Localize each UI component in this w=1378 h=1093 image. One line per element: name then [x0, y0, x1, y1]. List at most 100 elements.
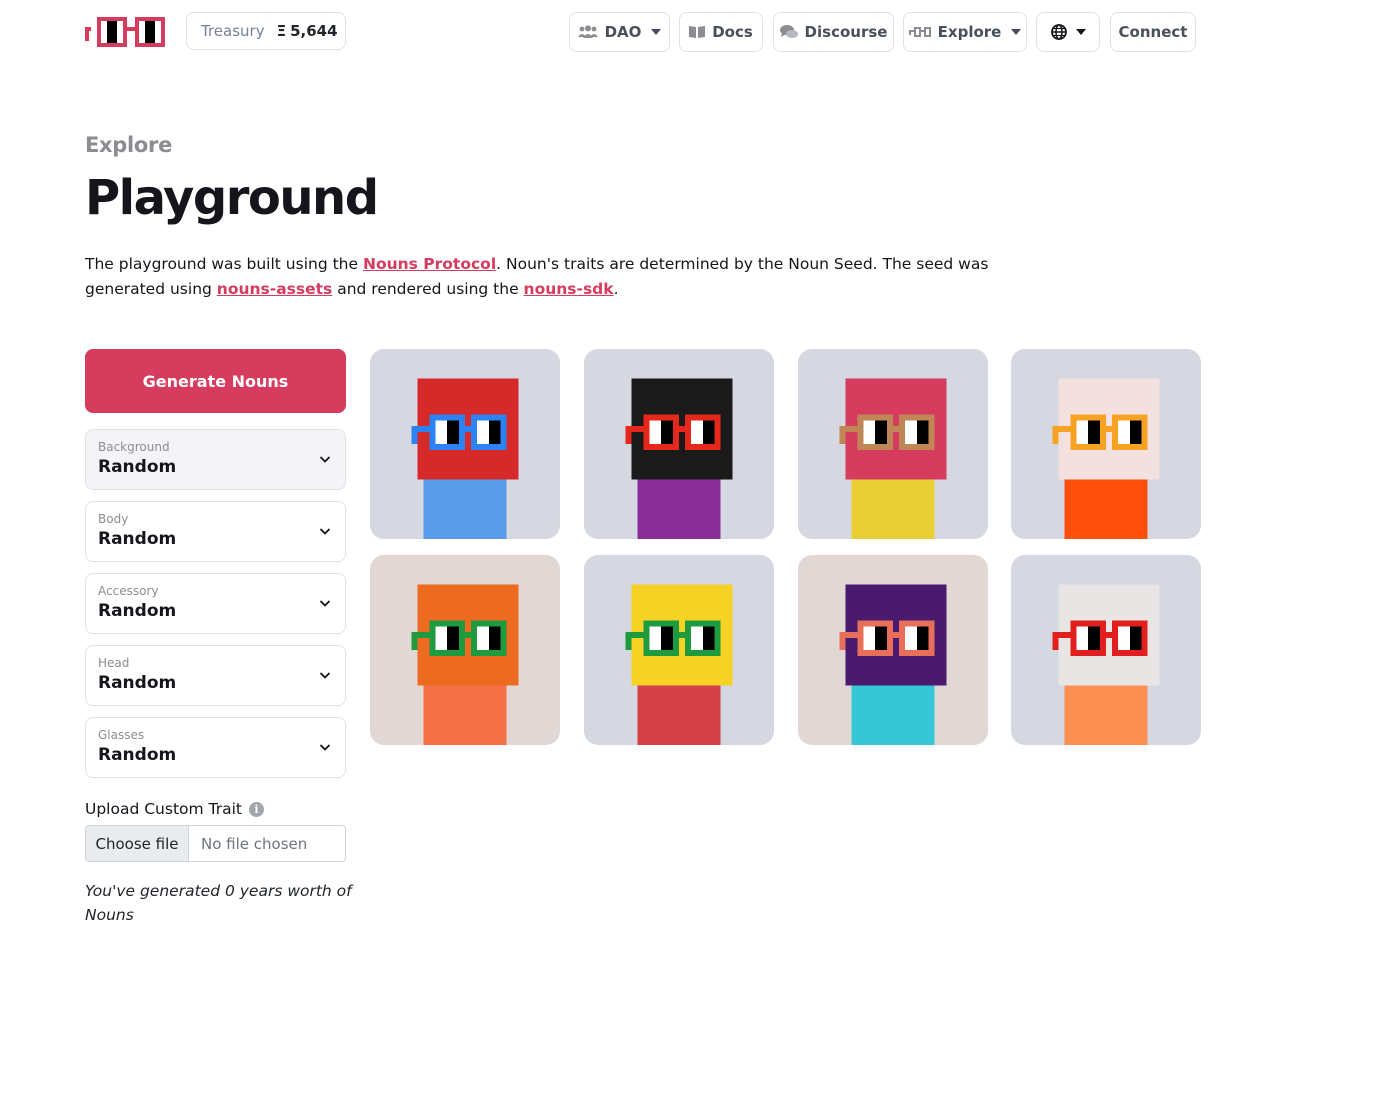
caret-down-icon — [651, 29, 662, 35]
noggles-bridge — [1106, 426, 1112, 433]
connect-button[interactable]: Connect — [1110, 12, 1196, 52]
book-icon — [689, 26, 706, 38]
noun-tile[interactable] — [798, 349, 988, 539]
noggles-arm — [839, 632, 846, 650]
select-value: Random — [98, 601, 177, 621]
head-select[interactable]: Head Random — [85, 645, 346, 706]
noun-body — [637, 479, 721, 539]
select-value: Random — [98, 529, 177, 549]
select-label: Glasses — [98, 728, 145, 742]
nouns-sdk-link[interactable]: nouns-sdk — [524, 280, 614, 298]
choose-file-button[interactable]: Choose file — [86, 826, 189, 861]
users-icon — [577, 25, 598, 38]
nav-docs-link[interactable]: Docs — [679, 12, 763, 52]
language-dropdown[interactable] — [1036, 12, 1100, 52]
chevron-down-icon — [319, 456, 331, 463]
generate-nouns-button[interactable]: Generate Nouns — [85, 349, 346, 413]
noggles-pupil — [916, 626, 929, 650]
select-label: Body — [98, 512, 129, 526]
noggles-pupil — [1129, 420, 1142, 444]
noggles-lens — [904, 626, 917, 650]
noun-body — [423, 685, 507, 745]
upload-custom-trait-label: Upload Custom Trait i — [85, 800, 264, 818]
noggles-lens — [904, 420, 917, 444]
noun-body — [1064, 479, 1148, 539]
select-value: Random — [98, 745, 177, 765]
noun-avatar — [1011, 555, 1201, 745]
noggles-lens — [863, 420, 876, 444]
noun-tile[interactable] — [370, 555, 560, 745]
treasury-badge[interactable]: Treasury Ξ 5,644 — [186, 12, 346, 50]
noggles-arm — [411, 632, 418, 650]
noggles-pupil — [447, 626, 460, 650]
caret-down-icon — [1011, 29, 1022, 35]
nouns-protocol-link[interactable]: Nouns Protocol — [363, 255, 496, 273]
noun-avatar — [798, 349, 988, 539]
chevron-down-icon — [319, 672, 331, 679]
nouns-logo[interactable] — [85, 17, 165, 47]
globe-icon — [1050, 24, 1067, 40]
noggles-lens — [435, 626, 448, 650]
noggles-pupil — [661, 626, 674, 650]
page-title: Playground — [85, 170, 379, 226]
desc-text: and rendered using the — [332, 280, 524, 298]
noggles-arm — [625, 426, 632, 444]
noggles-bridge — [465, 632, 471, 639]
nav-discourse-link[interactable]: Discourse — [773, 12, 894, 52]
noun-avatar — [370, 555, 560, 745]
noun-avatar — [584, 349, 774, 539]
noun-tile[interactable] — [584, 555, 774, 745]
connect-label: Connect — [1118, 23, 1188, 41]
page-description: The playground was built using the Nouns… — [85, 252, 1015, 302]
glasses-select[interactable]: Glasses Random — [85, 717, 346, 778]
eth-symbol: Ξ — [276, 22, 287, 40]
noggles-lens — [435, 420, 448, 444]
body-select[interactable]: Body Random — [85, 501, 346, 562]
nav-dao-dropdown[interactable]: DAO — [569, 12, 670, 52]
noggles-lens — [1117, 626, 1130, 650]
noun-tile[interactable] — [584, 349, 774, 539]
accessory-select[interactable]: Accessory Random — [85, 573, 346, 634]
noggles-pupil — [447, 420, 460, 444]
custom-trait-file-input[interactable]: Choose file No file chosen — [85, 825, 346, 862]
nav-explore-dropdown[interactable]: Explore — [903, 12, 1027, 52]
noggles-lens — [476, 420, 489, 444]
noggles-lens — [1076, 626, 1089, 650]
noun-body — [637, 685, 721, 745]
comments-icon — [779, 25, 798, 38]
nouns-assets-link[interactable]: nouns-assets — [217, 280, 332, 298]
select-label: Background — [98, 440, 170, 454]
noun-tile[interactable] — [798, 555, 988, 745]
noggles-arm — [411, 426, 418, 444]
file-status-text: No file chosen — [201, 834, 308, 853]
noggles-pupil — [875, 420, 888, 444]
background-select[interactable]: Background Random — [85, 429, 346, 490]
noggles-bridge — [679, 426, 685, 433]
noun-avatar — [370, 349, 560, 539]
noggles-bridge — [465, 426, 471, 433]
noun-body — [1064, 685, 1148, 745]
noggles-pupil — [1088, 420, 1101, 444]
noggles-lens — [649, 626, 662, 650]
noggles-pupil — [875, 626, 888, 650]
noun-tile[interactable] — [370, 349, 560, 539]
noun-avatar — [798, 555, 988, 745]
noggles-arm — [839, 426, 846, 444]
noggles-lens — [690, 626, 703, 650]
noggles-icon — [908, 27, 931, 37]
noggles-arm — [625, 632, 632, 650]
noun-body — [851, 685, 935, 745]
noggles-bridge — [893, 426, 899, 433]
desc-text: The playground was built using the — [85, 255, 363, 273]
nav-dao-label: DAO — [604, 23, 642, 41]
noggles-lens — [863, 626, 876, 650]
select-label: Accessory — [98, 584, 159, 598]
noun-body — [851, 479, 935, 539]
treasury-value: 5,644 — [290, 22, 338, 40]
nav-explore-label: Explore — [937, 23, 1002, 41]
noun-tile[interactable] — [1011, 349, 1201, 539]
info-icon[interactable]: i — [249, 801, 264, 817]
chevron-down-icon — [319, 744, 331, 751]
noggles-lens — [476, 626, 489, 650]
noun-tile[interactable] — [1011, 555, 1201, 745]
